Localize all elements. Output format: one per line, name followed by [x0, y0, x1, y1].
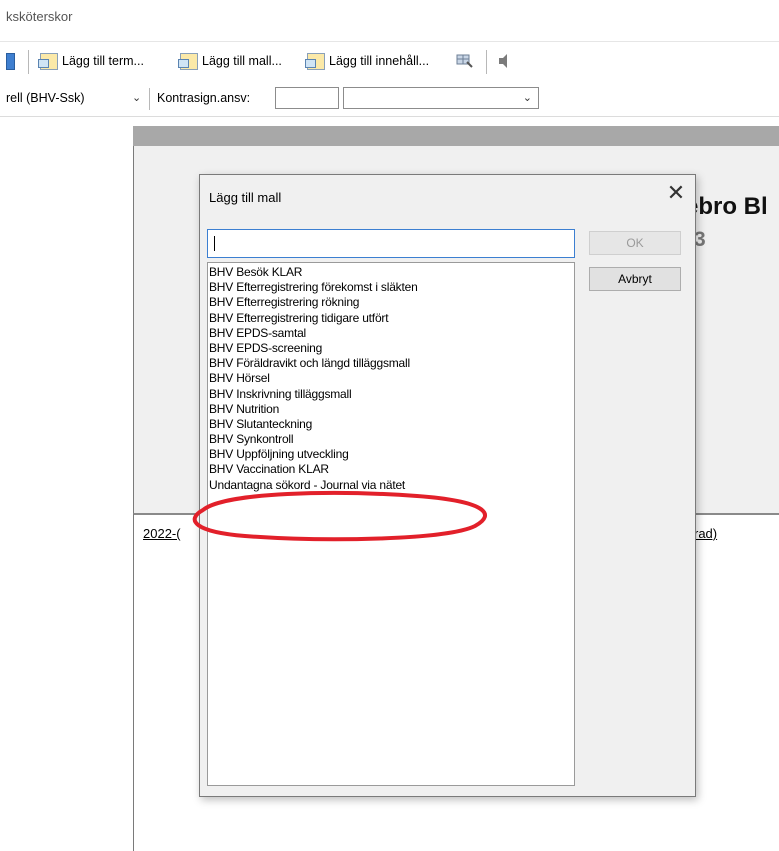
grid-icon[interactable] [456, 51, 474, 71]
list-item[interactable]: BHV Efterregistrering förekomst i släkte… [209, 280, 574, 295]
toolbar-separator [486, 50, 487, 74]
save-icon[interactable] [6, 51, 19, 71]
list-item[interactable]: BHV Synkontroll [209, 432, 574, 447]
cosign-select[interactable]: ⌄ [343, 87, 539, 109]
list-item[interactable]: BHV EPDS-screening [209, 341, 574, 356]
text-caret [214, 236, 215, 251]
dialog-title: Lägg till mall [209, 190, 282, 205]
cancel-button[interactable]: Avbryt [589, 267, 681, 291]
chevron-down-icon[interactable]: ⌄ [132, 91, 141, 104]
list-item[interactable]: BHV Uppföljning utveckling [209, 447, 574, 462]
add-term-icon [38, 52, 58, 70]
title-bar: ksköterskor [0, 0, 779, 40]
signing-row: rell (BHV-Ssk) ⌄ Kontrasign.ansv: ⌄ [0, 82, 779, 117]
ok-button[interactable]: OK [589, 231, 681, 255]
add-content-label: Lägg till innehåll... [329, 54, 430, 68]
add-template-button[interactable]: Lägg till mall... [178, 51, 282, 71]
list-item[interactable]: BHV Besök KLAR [209, 265, 574, 280]
toolbar-separator [28, 50, 29, 74]
list-item[interactable]: BHV Efterregistrering rökning [209, 295, 574, 310]
toolbar: Lägg till term... Lägg till mall... Lägg… [0, 41, 779, 80]
list-item[interactable]: BHV Hörsel [209, 371, 574, 386]
add-term-label: Lägg till term... [62, 54, 144, 68]
list-item[interactable]: BHV Inskrivning tilläggsmall [209, 387, 574, 402]
journal-status-link[interactable]: rad) [694, 526, 717, 541]
close-icon[interactable]: ✕ [665, 182, 687, 204]
journal-date-link[interactable]: 2022-( [143, 526, 181, 541]
list-item[interactable]: BHV Slutanteckning [209, 417, 574, 432]
list-item[interactable]: BHV EPDS-samtal [209, 326, 574, 341]
role-select-value[interactable]: rell (BHV-Ssk) [6, 91, 84, 105]
list-item[interactable]: BHV Vaccination KLAR [209, 462, 574, 477]
document-header-bar [133, 126, 779, 146]
add-template-icon [178, 52, 198, 70]
document-title: ebro Bl [685, 193, 768, 220]
cosign-label: Kontrasign.ansv: [157, 91, 251, 105]
chevron-down-icon: ⌄ [522, 92, 532, 104]
add-template-label: Lägg till mall... [202, 54, 282, 68]
add-content-icon [305, 52, 325, 70]
list-item-highlighted[interactable]: Undantagna sökord - Journal via nätet [209, 478, 574, 493]
list-item[interactable]: BHV Föräldravikt och längd tilläggsmall [209, 356, 574, 371]
add-term-button[interactable]: Lägg till term... [38, 51, 144, 71]
template-list[interactable]: BHV Besök KLAR BHV Efterregistrering för… [207, 262, 575, 786]
speaker-icon[interactable] [497, 51, 511, 71]
list-item[interactable]: BHV Efterregistrering tidigare utfört [209, 311, 574, 326]
list-item[interactable]: BHV Nutrition [209, 402, 574, 417]
add-content-button[interactable]: Lägg till innehåll... [305, 51, 430, 71]
add-template-dialog: Lägg till mall ✕ OK Avbryt BHV Besök KLA… [199, 174, 696, 797]
window-title: ksköterskor [6, 9, 73, 24]
template-search-input[interactable] [207, 229, 575, 258]
cosign-input[interactable] [275, 87, 339, 109]
row-separator [149, 88, 150, 110]
